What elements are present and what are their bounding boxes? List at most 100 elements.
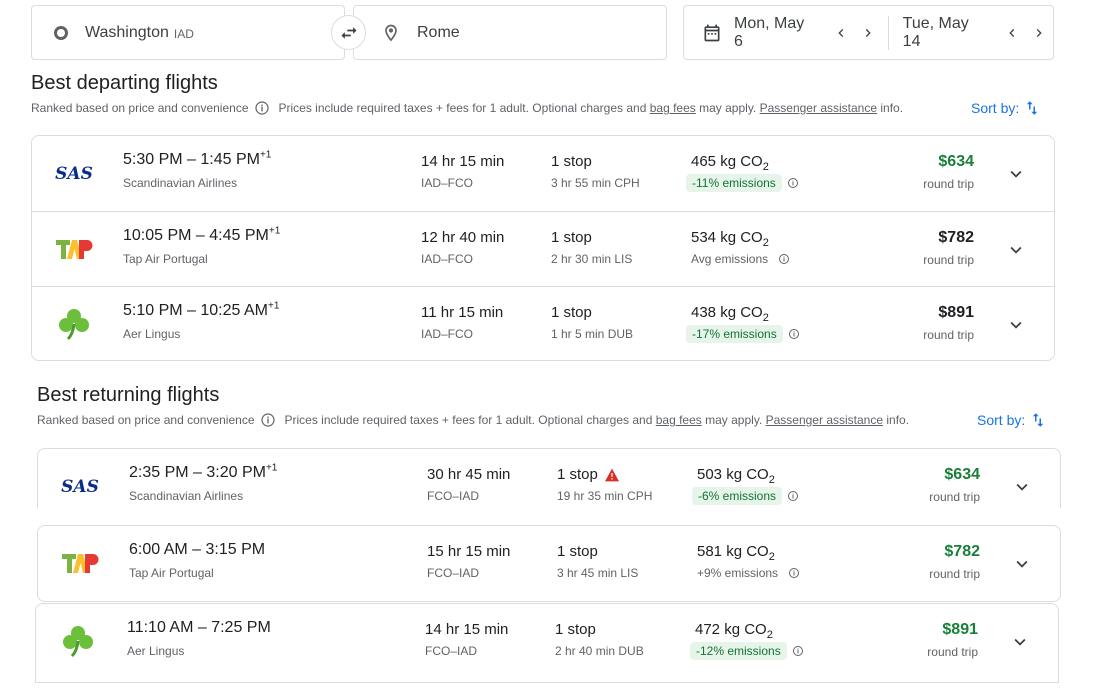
co2-value: 438 kg CO	[691, 304, 763, 321]
co2-value: 503 kg CO	[697, 466, 769, 483]
returning-sort-button[interactable]: Sort by:	[977, 410, 1047, 430]
depart-next-button[interactable]	[854, 18, 881, 48]
departing-sort-button[interactable]: Sort by:	[971, 98, 1041, 118]
passenger-assistance-link[interactable]: Passenger assistance	[766, 413, 883, 427]
expand-button[interactable]	[1004, 238, 1028, 262]
svg-text:SAS: SAS	[61, 477, 99, 496]
return-date[interactable]: Tue, May 14	[903, 15, 989, 51]
bag-fees-link[interactable]: bag fees	[656, 413, 702, 427]
time-range: 10:05 PM – 4:45 PM	[123, 227, 269, 244]
price-type: round trip	[923, 177, 974, 191]
flight-route: FCO–IAD	[425, 644, 478, 658]
chevron-left-icon	[838, 28, 844, 37]
warning-icon	[604, 468, 619, 481]
flight-duration: 14 hr 15 min	[425, 621, 509, 638]
airline-logo	[60, 546, 100, 580]
sort-label: Sort by:	[971, 100, 1020, 116]
flight-times: 10:05 PM – 4:45 PM+1	[123, 225, 281, 245]
flight-route: IAD–FCO	[421, 176, 474, 190]
co2-amount: 581 kg CO2	[697, 543, 775, 563]
departing-title: Best departing flights	[31, 72, 218, 94]
flight-row[interactable]: 10:05 PM – 4:45 PM+1 Tap Air Portugal 12…	[32, 211, 1054, 286]
passenger-assistance-link[interactable]: Passenger assistance	[760, 101, 877, 115]
tap-logo-icon	[56, 240, 93, 259]
origin-circle-icon	[54, 25, 68, 40]
expand-button[interactable]	[1008, 630, 1032, 654]
departing-flight-list: SAS 5:30 PM – 1:45 PM+1 Scandinavian Air…	[31, 135, 1055, 361]
stops-count: 1 stop	[557, 543, 598, 560]
bag-fees-link[interactable]: bag fees	[650, 101, 696, 115]
flight-route: FCO–IAD	[427, 489, 480, 503]
sort-arrows-icon	[1033, 413, 1044, 427]
returning-flight-card: 6:00 AM – 3:15 PM Tap Air Portugal 15 hr…	[37, 525, 1061, 602]
day-offset: +1	[267, 300, 280, 312]
info-icon[interactable]	[260, 412, 276, 428]
emissions-badge: -6% emissions	[692, 487, 783, 505]
flight-times: 11:10 AM – 7:25 PM	[127, 619, 271, 637]
expand-button[interactable]	[1004, 162, 1028, 186]
stops-info: 1 stop	[557, 466, 620, 483]
return-prev-button[interactable]	[999, 18, 1026, 48]
departing-subtitle: Ranked based on price and convenience Pr…	[31, 100, 903, 116]
time-range: 6:00 AM – 3:15 PM	[129, 541, 266, 558]
co2-amount: 503 kg CO2	[697, 466, 775, 486]
day-offset: +1	[268, 225, 281, 237]
co2-subscript: 2	[768, 551, 775, 563]
info-text: info.	[880, 101, 904, 115]
destination-field[interactable]: Rome	[353, 5, 667, 60]
stops-count: 1 stop	[551, 304, 592, 321]
layover-info: 19 hr 35 min CPH	[557, 489, 653, 503]
chevron-down-icon	[1010, 170, 1022, 178]
info-icon[interactable]	[788, 328, 800, 340]
info-icon[interactable]	[254, 100, 270, 116]
flight-duration: 15 hr 15 min	[427, 543, 511, 560]
airline-logo: SAS	[54, 156, 94, 190]
co2-subscript: 2	[766, 629, 773, 641]
day-offset: +1	[259, 149, 272, 161]
depart-prev-button[interactable]	[827, 18, 854, 48]
flight-row[interactable]: SAS 5:30 PM – 1:45 PM+1 Scandinavian Air…	[32, 136, 1054, 211]
stops-info: 1 stop	[555, 621, 596, 638]
expand-button[interactable]	[1004, 313, 1028, 337]
return-next-button[interactable]	[1026, 18, 1053, 48]
chevron-left-icon	[1009, 28, 1015, 37]
stops-count: 1 stop	[551, 153, 592, 170]
airline-name: Scandinavian Airlines	[129, 489, 244, 503]
flight-row[interactable]: 6:00 AM – 3:15 PM Tap Air Portugal 15 hr…	[38, 526, 1060, 601]
flight-row[interactable]: 11:10 AM – 7:25 PM Aer Lingus 14 hr 15 m…	[36, 604, 1058, 679]
info-icon[interactable]	[792, 645, 804, 657]
info-icon[interactable]	[778, 253, 790, 265]
date-picker[interactable]: Mon, May 6 Tue, May 14	[683, 5, 1054, 60]
airline-name: Tap Air Portugal	[129, 566, 214, 580]
info-icon[interactable]	[787, 177, 799, 189]
swap-button[interactable]	[331, 15, 366, 50]
flight-times: 5:30 PM – 1:45 PM+1	[123, 149, 272, 169]
info-icon[interactable]	[787, 490, 799, 502]
info-text: info.	[886, 413, 910, 427]
emissions-info: +9% emissions	[692, 564, 800, 582]
time-range: 11:10 AM – 7:25 PM	[127, 619, 271, 636]
expand-button[interactable]	[1010, 552, 1034, 576]
airline-logo	[58, 624, 98, 658]
emissions-info: Avg emissions	[686, 250, 790, 268]
emissions-badge: +9% emissions	[697, 566, 779, 580]
chevron-down-icon	[1010, 246, 1022, 254]
flight-row[interactable]: SAS 2:35 PM – 3:20 PM+1 Scandinavian Air…	[38, 449, 1060, 524]
layover-info: 3 hr 55 min CPH	[551, 176, 640, 190]
calendar-icon	[702, 23, 722, 43]
expand-button[interactable]	[1010, 475, 1034, 499]
layover-info: 3 hr 45 min LIS	[557, 566, 639, 580]
flight-route: FCO–IAD	[427, 566, 480, 580]
sort-label: Sort by:	[977, 412, 1026, 428]
info-icon[interactable]	[788, 567, 800, 579]
depart-date[interactable]: Mon, May 6	[734, 15, 815, 51]
flight-price: $634	[938, 153, 974, 170]
origin-field[interactable]: Washington IAD	[31, 5, 345, 60]
flight-row[interactable]: 5:10 PM – 10:25 AM+1 Aer Lingus 11 hr 15…	[32, 286, 1054, 361]
stops-count: 1 stop	[555, 621, 596, 638]
price-type: round trip	[927, 645, 978, 659]
shamrock-logo-icon	[63, 626, 93, 658]
flight-duration: 11 hr 15 min	[421, 304, 504, 321]
layover-info: 1 hr 5 min DUB	[551, 327, 634, 341]
svg-text:SAS: SAS	[55, 164, 93, 183]
